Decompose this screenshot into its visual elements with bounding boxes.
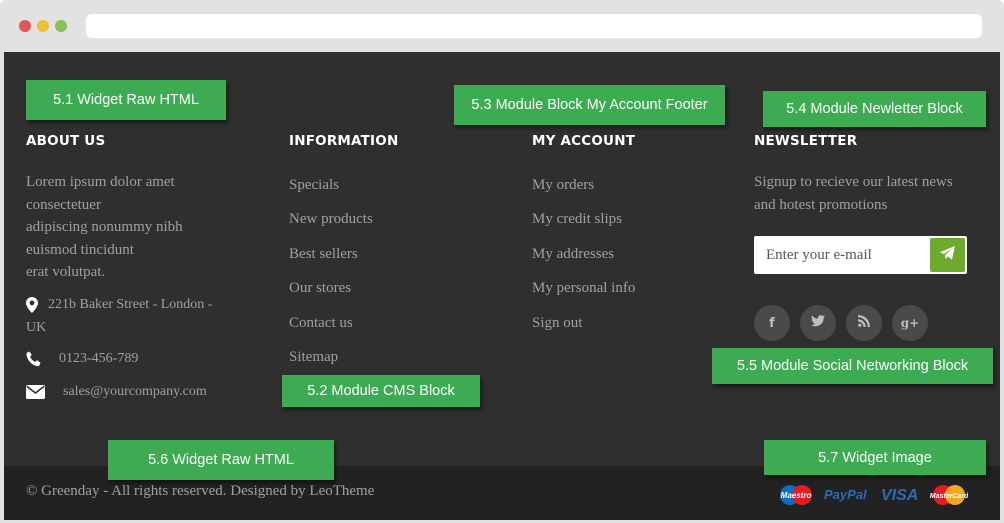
about-text-line: erat volutpat. <box>26 264 106 280</box>
about-text-line: consectetuer <box>26 196 101 213</box>
label-widget-image-5-7: 5.7 Widget Image <box>764 440 986 475</box>
phone-icon <box>26 351 59 367</box>
link-sign-out[interactable]: Sign out <box>532 315 582 332</box>
address-bar[interactable] <box>86 14 982 38</box>
mastercard-icon: MasterCard <box>930 484 968 506</box>
contact-email: sales@yourcompany.com <box>26 380 207 403</box>
svg-text:PayPal: PayPal <box>824 487 867 502</box>
about-us-heading: ABOUT US <box>26 133 106 149</box>
label-module-newsletter-block-5-4: 5.4 Module Newletter Block <box>763 91 986 127</box>
label-widget-raw-html-5-6: 5.6 Widget Raw HTML <box>108 440 334 480</box>
newsletter-email-input[interactable] <box>754 236 929 274</box>
label-module-cms-block-5-2: 5.2 Module CMS Block <box>282 375 480 407</box>
rss-icon <box>858 315 870 331</box>
link-new-products[interactable]: New products <box>289 211 373 228</box>
email-address-link[interactable]: sales@yourcompany.com <box>63 384 207 399</box>
label-module-social-networking-5-5: 5.5 Module Social Networking Block <box>712 348 993 384</box>
paper-plane-icon <box>940 245 955 265</box>
twitter-icon <box>811 315 825 331</box>
link-my-addresses[interactable]: My addresses <box>532 246 614 263</box>
link-contact-us[interactable]: Contact us <box>289 315 353 332</box>
newsletter-submit-button[interactable] <box>930 238 965 272</box>
address-line-1: 221b Baker Street - London - <box>48 297 213 312</box>
contact-address: 221b Baker Street - London - UK <box>26 293 241 339</box>
my-account-heading: MY ACCOUNT <box>532 133 636 149</box>
link-my-personal-info[interactable]: My personal info <box>532 280 635 297</box>
about-us-text: Lorem ipsum dolor amet consectetuer adip… <box>26 171 236 284</box>
svg-text:MasterCard: MasterCard <box>930 493 968 500</box>
newsletter-heading: NEWSLETTER <box>754 133 858 149</box>
svg-text:VISA: VISA <box>881 487 918 504</box>
about-text-line: euismod tincidunt <box>26 241 134 258</box>
window-frame-right <box>1000 52 1004 523</box>
newsletter-text-line: Signup to recieve our latest news <box>754 174 953 190</box>
paypal-icon: PayPal <box>824 484 874 506</box>
facebook-button[interactable]: f <box>754 305 790 341</box>
newsletter-description: Signup to recieve our latest news and ho… <box>754 171 984 217</box>
newsletter-text-line: and hotest promotions <box>754 197 888 213</box>
about-text-line: adipiscing nonummy nibh <box>26 219 183 235</box>
newsletter-form <box>754 236 967 274</box>
about-text-line: Lorem ipsum dolor amet <box>26 174 175 190</box>
visa-icon: VISA <box>881 484 921 506</box>
twitter-button[interactable] <box>800 305 836 341</box>
label-module-my-account-footer-5-3: 5.3 Module Block My Account Footer <box>454 85 725 125</box>
close-window-button[interactable] <box>19 20 31 32</box>
information-heading: INFORMATION <box>289 133 399 149</box>
link-best-sellers[interactable]: Best sellers <box>289 246 358 263</box>
maximize-window-button[interactable] <box>55 20 67 32</box>
link-specials[interactable]: Specials <box>289 177 339 194</box>
address-line-2: UK <box>26 320 47 335</box>
google-plus-icon: g+ <box>900 316 920 330</box>
maestro-icon: Maestro <box>778 484 814 506</box>
browser-toolbar <box>0 0 1004 52</box>
rss-button[interactable] <box>846 305 882 341</box>
envelope-icon <box>26 384 63 400</box>
label-widget-raw-html-5-1: 5.1 Widget Raw HTML <box>26 80 226 120</box>
link-sitemap[interactable]: Sitemap <box>289 349 338 366</box>
google-plus-button[interactable]: g+ <box>892 305 928 341</box>
facebook-icon: f <box>769 315 775 331</box>
link-our-stores[interactable]: Our stores <box>289 280 351 297</box>
contact-phone: 0123-456-789 <box>26 347 138 370</box>
copyright-text: © Greenday - All rights reserved. Design… <box>26 483 375 499</box>
phone-number: 0123-456-789 <box>59 351 139 366</box>
link-my-orders[interactable]: My orders <box>532 177 594 194</box>
link-my-credit-slips[interactable]: My credit slips <box>532 211 622 228</box>
minimize-window-button[interactable] <box>37 20 49 32</box>
map-marker-icon <box>26 296 48 313</box>
svg-text:Maestro: Maestro <box>781 491 812 500</box>
